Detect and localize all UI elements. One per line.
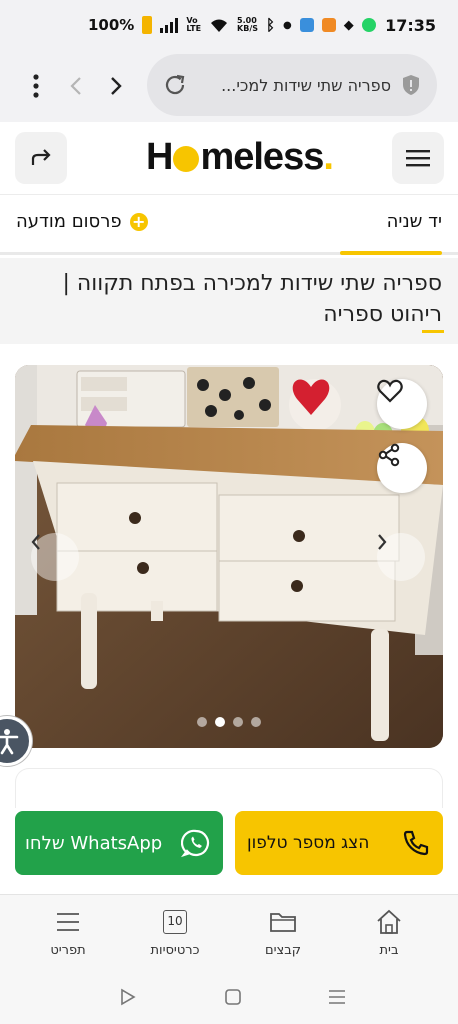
- battery-percent: 100%: [88, 16, 135, 34]
- image-gallery[interactable]: [15, 365, 443, 748]
- clock: 17:35: [385, 15, 436, 35]
- gallery-dot[interactable]: [197, 717, 207, 727]
- url-text[interactable]: ספריה שתי שידות למכי...: [187, 76, 401, 95]
- site-header: H meless .: [0, 122, 458, 195]
- notification-dot-icon: ●: [283, 19, 292, 31]
- system-recents-button[interactable]: [324, 984, 350, 1010]
- hamburger-icon: [406, 150, 430, 167]
- page-title: ספריה שתי שידות למכירה בפתח תקווה | ריהו…: [62, 271, 442, 327]
- logo-dot: .: [323, 136, 334, 178]
- chevron-right-icon: [378, 534, 387, 550]
- favorite-button[interactable]: [377, 379, 427, 429]
- gallery-dot[interactable]: [215, 717, 225, 727]
- gallery-next-button[interactable]: [377, 533, 425, 581]
- share-button[interactable]: [377, 443, 427, 493]
- forward-button[interactable]: [96, 66, 136, 106]
- logo-text-start: H: [146, 136, 173, 178]
- shield-icon[interactable]: [401, 74, 421, 96]
- speed-unit: KB/S: [237, 24, 259, 33]
- nav-menu[interactable]: תפריט: [28, 907, 108, 958]
- gallery-dot[interactable]: [233, 717, 243, 727]
- system-nav-bar: [0, 970, 458, 1024]
- logo-text-end: meless: [200, 136, 324, 178]
- nav-menu-label: תפריט: [50, 943, 86, 958]
- signal-icon: [160, 17, 179, 33]
- chevron-left-icon: [70, 77, 81, 95]
- category-bar: יד שניה + פרסום מודעה: [0, 195, 458, 255]
- listing-title-area: ספריה שתי שידות למכירה בפתח תקווה | ריהו…: [0, 258, 458, 344]
- system-back-button[interactable]: [115, 984, 141, 1010]
- gallery-dot[interactable]: [251, 717, 261, 727]
- browser-bottom-nav: בית קבצים 10 כרטיסיות תפריט: [0, 894, 458, 970]
- notification-app-icon: [321, 18, 336, 32]
- contact-actions: שלחו WhatsApp הצג מספר טלפון: [0, 810, 458, 894]
- whatsapp-icon: [181, 829, 210, 858]
- menu-icon: [57, 913, 79, 931]
- forward-arrow-icon: [31, 149, 51, 165]
- battery-icon: [142, 16, 153, 34]
- folder-icon: [270, 913, 296, 932]
- gallery-prev-button[interactable]: [31, 533, 79, 581]
- share-icon: [378, 443, 400, 467]
- square-home-icon: [225, 989, 241, 1005]
- back-button[interactable]: [56, 66, 96, 106]
- chevron-left-icon: [31, 534, 40, 550]
- wifi-icon: [211, 19, 228, 32]
- more-vert-icon[interactable]: [16, 66, 56, 106]
- heart-icon: [377, 379, 403, 403]
- whatsapp-button[interactable]: שלחו WhatsApp: [15, 811, 223, 875]
- play-back-icon: [121, 988, 136, 1006]
- chat-icon: ◆: [343, 17, 354, 33]
- details-card: [15, 768, 443, 808]
- share-exit-button[interactable]: [15, 132, 67, 184]
- system-home-button[interactable]: [220, 984, 246, 1010]
- homeless-logo[interactable]: H meless .: [146, 136, 334, 179]
- chevron-right-icon: [111, 77, 122, 95]
- address-bar[interactable]: ספריה שתי שידות למכי...: [147, 54, 437, 116]
- plus-icon: +: [129, 212, 148, 231]
- hamburger-menu-button[interactable]: [392, 132, 444, 184]
- calendar-app-icon: [299, 18, 314, 32]
- accessibility-icon: [0, 729, 19, 755]
- volte-icon: Vo LTE: [186, 17, 201, 33]
- post-ad-link[interactable]: + פרסום מודעה: [16, 211, 148, 232]
- show-phone-label: הצג מספר טלפון: [247, 833, 370, 853]
- logo-yellow-circle: [173, 145, 200, 172]
- recents-icon: [329, 990, 345, 1004]
- tabs-icon: 10: [163, 910, 187, 934]
- network-speed: 5.00 KB/S: [237, 17, 258, 33]
- phone-icon: [403, 830, 429, 856]
- whatsapp-label: שלחו WhatsApp: [25, 832, 163, 854]
- status-bar: 100% Vo LTE 5.00 KB/S ᛒ ● ◆ 17:35: [0, 0, 458, 50]
- gallery-pagination: [197, 717, 261, 727]
- status-left: 100% Vo LTE 5.00 KB/S ᛒ ● ◆: [88, 16, 376, 34]
- bluetooth-icon: ᛒ: [266, 16, 276, 34]
- browser-toolbar: ספריה שתי שידות למכי...: [0, 50, 458, 122]
- volte-bottom: LTE: [186, 24, 202, 33]
- tab-second-hand[interactable]: יד שניה: [387, 211, 442, 232]
- nav-files-label: קבצים: [265, 943, 301, 958]
- show-phone-button[interactable]: הצג מספר טלפון: [235, 811, 443, 875]
- nav-home[interactable]: בית: [349, 907, 429, 958]
- nav-tabs-label: כרטיסיות: [150, 943, 200, 958]
- nav-tabs[interactable]: 10 כרטיסיות: [135, 907, 215, 958]
- whatsapp-status-icon: [361, 18, 376, 32]
- title-underline: [422, 330, 444, 333]
- active-tab-indicator: [340, 251, 442, 255]
- post-ad-label: פרסום מודעה: [16, 211, 122, 232]
- reload-icon[interactable]: [163, 73, 187, 97]
- home-icon: [377, 909, 401, 934]
- nav-home-label: בית: [379, 943, 399, 958]
- nav-files[interactable]: קבצים: [243, 907, 323, 958]
